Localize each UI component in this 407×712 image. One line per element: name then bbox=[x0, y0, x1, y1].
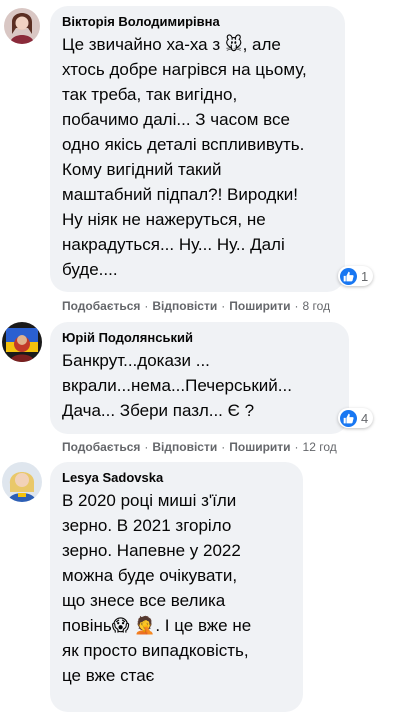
like-link[interactable]: Подобається bbox=[62, 299, 140, 313]
separator: · bbox=[294, 299, 299, 313]
avatar-viktoria[interactable] bbox=[4, 8, 40, 44]
reaction-summary[interactable]: 4 bbox=[338, 408, 374, 428]
reaction-count: 1 bbox=[361, 268, 369, 284]
avatar-man-flag-icon bbox=[2, 322, 42, 362]
comment-time[interactable]: 12 год bbox=[303, 440, 337, 454]
comment-actions: Подобається · Відповісти · Поширити · 12 год bbox=[62, 440, 337, 454]
comment-bubble: Lesya Sadovska В 2020 році миші з'їли зе… bbox=[50, 462, 303, 712]
share-link[interactable]: Поширити bbox=[229, 299, 290, 313]
comment-author[interactable]: Вікторія Володимирівна bbox=[62, 14, 333, 30]
comment-bubble: Вікторія Володимирівна Це звичайно ха-ха… bbox=[50, 6, 345, 292]
separator: · bbox=[144, 299, 149, 313]
comment-author[interactable]: Lesya Sadovska bbox=[62, 470, 291, 486]
separator: · bbox=[221, 299, 226, 313]
like-link[interactable]: Подобається bbox=[62, 440, 140, 454]
reply-link[interactable]: Відповісти bbox=[152, 299, 217, 313]
comment-time[interactable]: 8 год bbox=[303, 299, 331, 313]
separator: · bbox=[221, 440, 226, 454]
comment-text: Банкрут...докази ... вкрали...нема...Печ… bbox=[62, 351, 292, 420]
comment-bubble: Юрій Подолянський Банкрут...докази ... в… bbox=[50, 322, 349, 434]
separator: · bbox=[294, 440, 299, 454]
separator: · bbox=[144, 440, 149, 454]
comment-text: Це звичайно ха-ха з 🐭, але хтось добре н… bbox=[62, 35, 307, 279]
share-link[interactable]: Поширити bbox=[229, 440, 290, 454]
avatar-woman-icon bbox=[4, 8, 40, 44]
avatar-woman-blonde-icon bbox=[2, 462, 42, 502]
comment-actions: Подобається · Відповісти · Поширити · 8 год bbox=[62, 299, 330, 313]
reaction-count: 4 bbox=[361, 410, 369, 426]
reply-link[interactable]: Відповісти bbox=[152, 440, 217, 454]
like-thumb-icon bbox=[340, 409, 357, 427]
avatar-lesya[interactable] bbox=[2, 462, 42, 502]
avatar-yurii[interactable] bbox=[2, 322, 42, 362]
comment-text: В 2020 році миші з'їли зерно. В 2021 зго… bbox=[62, 491, 252, 685]
comment-author[interactable]: Юрій Подолянський bbox=[62, 330, 337, 346]
like-thumb-icon bbox=[340, 267, 357, 285]
reaction-summary[interactable]: 1 bbox=[338, 266, 374, 286]
